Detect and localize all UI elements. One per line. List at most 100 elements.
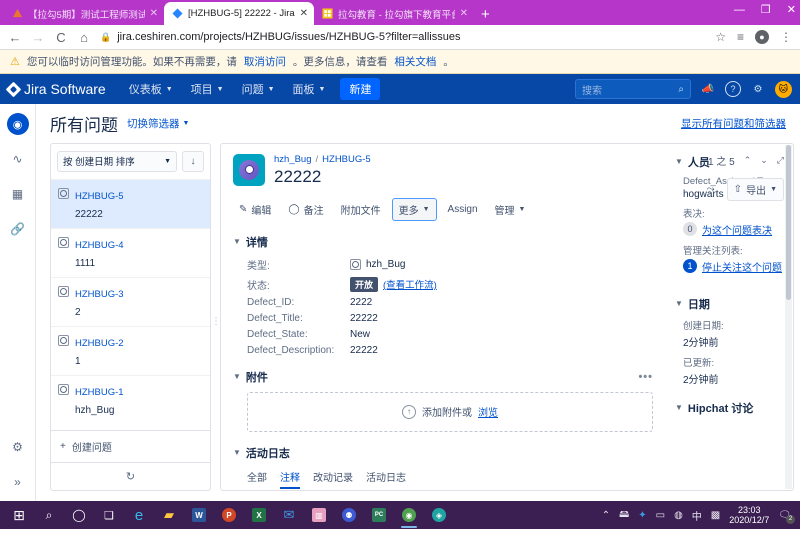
address-bar[interactable]: 🔒 jira.ceshiren.com/projects/HZHBUG/issu…	[100, 31, 706, 43]
task-view-icon[interactable]: ❏	[94, 501, 124, 529]
app-pink-icon[interactable]: ▥	[304, 501, 334, 529]
browser-tab-3[interactable]: 拉勾教育 - 拉勾旗下教育平台 ✕	[314, 2, 474, 25]
detail-scrollbar[interactable]	[785, 144, 792, 489]
reports-icon[interactable]: ▦	[7, 183, 29, 205]
sort-by-select[interactable]: 按 创建日期 排序 ▼	[57, 150, 177, 172]
notifications-icon[interactable]: 📣	[700, 81, 716, 97]
tab-comments[interactable]: 注释	[280, 469, 300, 489]
issue-list-item-hzhbug-4[interactable]: HZHBUG-4 1111	[51, 227, 210, 277]
word-icon[interactable]: W	[184, 501, 214, 529]
search-icon[interactable]: ⌕	[34, 501, 64, 529]
comment-button[interactable]: ◯ 备注	[282, 199, 329, 220]
sort-direction-button[interactable]: ↓	[182, 150, 204, 172]
scrollbar-thumb[interactable]	[786, 144, 791, 300]
link-icon[interactable]: 🔗	[7, 218, 29, 240]
tray-chevron-icon[interactable]: ⌃	[602, 510, 610, 521]
project-avatar-icon[interactable]: ◉	[6, 113, 29, 135]
create-issue-button[interactable]: 新建	[340, 78, 381, 100]
refresh-list-button[interactable]: ↻	[51, 462, 210, 490]
nav-item-projects[interactable]: 项目 ▼	[182, 74, 233, 104]
dates-section-header[interactable]: ▼ 日期	[675, 296, 785, 312]
cancel-access-link[interactable]: 取消访问	[244, 54, 286, 69]
activity-icon[interactable]: ∿	[7, 148, 29, 170]
stop-watching-link[interactable]: 停止关注这个问题	[702, 259, 782, 274]
watchers-row[interactable]: 1 停止关注这个问题	[683, 259, 785, 274]
show-all-issues-link[interactable]: 显示所有问题和筛选器	[681, 116, 786, 131]
reload-button[interactable]: C	[54, 30, 68, 45]
file-explorer-icon[interactable]: ▰	[154, 501, 184, 529]
attachments-section-header[interactable]: ▼ 附件 •••	[233, 369, 653, 385]
action-center-icon[interactable]: 🗨 2	[778, 510, 795, 524]
app-blue-icon[interactable]: ⚉	[334, 501, 364, 529]
battery-icon[interactable]: ▭	[656, 510, 665, 521]
view-workflow-link[interactable]: (查看工作流)	[383, 277, 437, 291]
hipchat-section-header[interactable]: ▼ Hipchat 讨论	[675, 400, 785, 416]
issue-list-item-hzhbug-3[interactable]: HZHBUG-3 2	[51, 276, 210, 326]
pycharm-icon[interactable]: PC	[364, 501, 394, 529]
back-button[interactable]: ←	[8, 30, 22, 45]
switch-filter-dropdown[interactable]: 切换筛选器 ▼	[127, 116, 189, 131]
create-issue-row[interactable]: + 创建问题	[51, 430, 210, 462]
reading-list-icon[interactable]: ≡	[737, 30, 744, 44]
start-button[interactable]: ⊞	[4, 501, 34, 529]
browser-tab-3-close-icon[interactable]: ✕	[460, 8, 468, 19]
taskbar-clock[interactable]: 23:03 2020/12/7	[729, 505, 769, 526]
jira-logo[interactable]: Jira Software	[5, 81, 106, 97]
wifi-icon[interactable]: ◍	[674, 510, 683, 521]
help-icon[interactable]: ?	[725, 81, 741, 97]
edit-button[interactable]: ✎ 编辑	[233, 199, 277, 220]
vote-link[interactable]: 为这个问题表决	[702, 222, 772, 237]
assign-button[interactable]: Assign	[442, 201, 484, 218]
nav-item-boards[interactable]: 面板 ▼	[284, 74, 335, 104]
activity-section-header[interactable]: ▼ 活动日志	[233, 445, 653, 461]
attachments-more-icon[interactable]: •••	[638, 371, 653, 383]
attachment-dropzone[interactable]: ↑ 添加附件或 浏览	[247, 391, 653, 432]
browser-tab-2-close-icon[interactable]: ✕	[300, 8, 308, 19]
gear-icon[interactable]: ⚙	[750, 81, 766, 97]
powerpoint-icon[interactable]: P	[214, 501, 244, 529]
issue-list-item-hzhbug-5[interactable]: HZHBUG-5 22222	[51, 178, 210, 228]
usb-icon[interactable]: 🖴	[619, 507, 629, 524]
bluetooth-icon[interactable]: ✦	[638, 510, 646, 521]
window-minimize-button[interactable]: —	[734, 4, 745, 16]
expand-sidebar-icon[interactable]: »	[7, 471, 29, 493]
issue-list-item-hzhbug-2[interactable]: HZHBUG-2 1	[51, 325, 210, 375]
tab-change-history[interactable]: 改动记录	[313, 469, 353, 489]
more-button[interactable]: 更多 ▼	[391, 197, 437, 221]
tab-activity-log[interactable]: 活动日志	[366, 469, 406, 489]
excel-icon[interactable]: X	[244, 501, 274, 529]
tab-all[interactable]: 全部	[247, 469, 267, 489]
chrome-icon[interactable]: ◉	[394, 501, 424, 529]
browse-files-link[interactable]: 浏览	[478, 404, 498, 419]
nav-item-issues[interactable]: 问题 ▼	[233, 74, 284, 104]
admin-button[interactable]: 管理 ▼	[489, 199, 532, 220]
cortana-icon[interactable]: ◯	[64, 501, 94, 529]
attach-file-button[interactable]: 附加文件	[335, 199, 387, 220]
browser-tab-1[interactable]: 【拉勾5期】测试工程师测试工作 ✕	[4, 2, 164, 25]
details-section-header[interactable]: ▼ 详情	[233, 234, 653, 250]
profile-avatar[interactable]: ●	[755, 30, 769, 44]
mail-icon[interactable]: ✉	[274, 501, 304, 529]
browser-tab-2[interactable]: [HZHBUG-5] 22222 - Jira ✕	[164, 2, 315, 25]
global-search-input[interactable]: 搜索 ⌕	[575, 79, 691, 99]
window-maximize-button[interactable]: ❐	[761, 3, 771, 16]
bookmark-star-icon[interactable]: ☆	[715, 30, 726, 44]
edge-icon[interactable]: e	[124, 501, 154, 529]
breadcrumb-issue-link[interactable]: HZHBUG-5	[322, 154, 371, 165]
browser-tab-1-close-icon[interactable]: ✕	[150, 8, 158, 19]
ime-keyboard-icon[interactable]: ▩	[711, 510, 720, 521]
user-avatar[interactable]: 🐱	[775, 80, 792, 98]
breadcrumb-project-link[interactable]: hzh_Bug	[274, 154, 312, 165]
new-tab-button[interactable]: +	[481, 7, 490, 22]
home-button[interactable]: ⌂	[77, 30, 91, 45]
project-settings-icon[interactable]: ⚙	[7, 436, 29, 458]
browser-menu-icon[interactable]: ⋮	[780, 30, 792, 44]
ime-language-icon[interactable]: 中	[692, 508, 702, 523]
related-docs-link[interactable]: 相关文档	[394, 54, 436, 69]
window-close-button[interactable]: ✕	[787, 3, 796, 16]
panel-resize-handle[interactable]: ⋮	[211, 143, 221, 501]
app-teal-icon[interactable]: ◈	[424, 501, 454, 529]
issue-list-item-hzhbug-1[interactable]: HZHBUG-1 hzh_Bug	[51, 374, 210, 424]
votes-row[interactable]: 0 为这个问题表决	[683, 222, 785, 237]
nav-item-dashboards[interactable]: 仪表板 ▼	[120, 74, 182, 104]
